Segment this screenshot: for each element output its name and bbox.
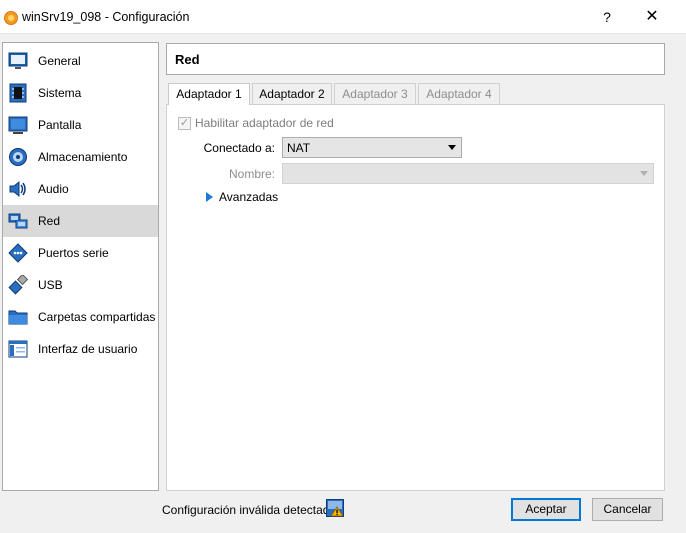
validation-status-text: Configuración inválida detectada xyxy=(162,503,337,517)
attached-to-label: Conectado a: xyxy=(203,141,275,155)
tab-adaptador-2[interactable]: Adaptador 2 xyxy=(252,83,332,104)
sidebar-item-label: Red xyxy=(38,214,61,228)
sidebar-item-carpetas-compartidas[interactable]: Carpetas compartidas xyxy=(3,301,158,333)
attached-to-select[interactable]: NAT xyxy=(282,137,462,158)
sidebar-item-red[interactable]: Red xyxy=(3,205,158,237)
enable-adapter-label: Habilitar adaptador de red xyxy=(195,116,334,130)
sidebar-item-sistema[interactable]: Sistema xyxy=(3,77,158,109)
usb-icon xyxy=(8,275,28,295)
sidebar-item-label: Carpetas compartidas xyxy=(38,310,156,324)
adapter-panel: ✓ Habilitar adaptador de red Conectado a… xyxy=(166,104,665,491)
attached-to-value: NAT xyxy=(287,141,311,155)
general-icon xyxy=(8,52,28,69)
virtualbox-app-icon xyxy=(4,11,18,25)
sidebar-item-interfaz-de-usuario[interactable]: Interfaz de usuario xyxy=(3,333,158,365)
settings-sidebar: General Sistema Pantalla Almacenamiento … xyxy=(2,42,159,491)
sidebar-item-almacenamiento[interactable]: Almacenamiento xyxy=(3,141,158,173)
page-title: Red xyxy=(175,52,200,67)
window-title: winSrv19_098 - Configuración xyxy=(22,10,190,24)
sidebar-item-label: Sistema xyxy=(38,86,82,100)
tab-adaptador-1[interactable]: Adaptador 1 xyxy=(168,83,250,105)
sidebar-item-usb[interactable]: USB xyxy=(3,269,158,301)
monitor-icon xyxy=(8,116,28,134)
sidebar-item-audio[interactable]: Audio xyxy=(3,173,158,205)
cancel-button[interactable]: Cancelar xyxy=(592,498,663,521)
sidebar-item-label: Interfaz de usuario xyxy=(38,342,138,356)
sidebar-item-pantalla[interactable]: Pantalla xyxy=(3,109,158,141)
chevron-down-icon xyxy=(448,145,456,150)
sidebar-item-label: Pantalla xyxy=(38,118,82,132)
help-button[interactable]: ? xyxy=(596,6,618,28)
chevron-down-icon xyxy=(640,171,648,176)
advanced-toggle[interactable]: Avanzadas xyxy=(219,190,278,204)
close-button[interactable]: ✕ xyxy=(640,6,664,28)
name-label: Nombre: xyxy=(228,167,275,181)
folder-icon xyxy=(8,310,28,325)
expand-arrow-icon[interactable] xyxy=(206,192,213,202)
page-header: Red xyxy=(166,43,665,75)
title-bar[interactable]: winSrv19_098 - Configuración ? ✕ xyxy=(0,0,686,34)
sidebar-item-label: Audio xyxy=(38,182,69,196)
sidebar-item-label: General xyxy=(38,54,81,68)
user-interface-icon xyxy=(8,340,28,358)
warning-icon[interactable] xyxy=(326,499,344,517)
settings-dialog: winSrv19_098 - Configuración ? ✕ General… xyxy=(0,0,686,533)
sidebar-item-label: Almacenamiento xyxy=(38,150,128,164)
serial-port-icon xyxy=(8,243,28,263)
network-icon xyxy=(8,213,28,229)
storage-disk-icon xyxy=(9,148,27,166)
enable-adapter-checkbox[interactable]: ✓ xyxy=(178,117,191,130)
speaker-icon xyxy=(9,180,26,198)
name-select[interactable] xyxy=(282,163,654,184)
adapter-tabs: Adaptador 1 Adaptador 2 Adaptador 3 Adap… xyxy=(168,83,665,105)
tab-adaptador-4[interactable]: Adaptador 4 xyxy=(418,83,500,104)
tab-adaptador-3[interactable]: Adaptador 3 xyxy=(334,83,416,104)
ok-button[interactable]: Aceptar xyxy=(511,498,581,521)
system-chip-icon xyxy=(9,83,27,103)
sidebar-item-label: Puertos serie xyxy=(38,246,109,260)
sidebar-item-label: USB xyxy=(38,278,63,292)
sidebar-item-puertos-serie[interactable]: Puertos serie xyxy=(3,237,158,269)
sidebar-item-general[interactable]: General xyxy=(3,45,158,77)
